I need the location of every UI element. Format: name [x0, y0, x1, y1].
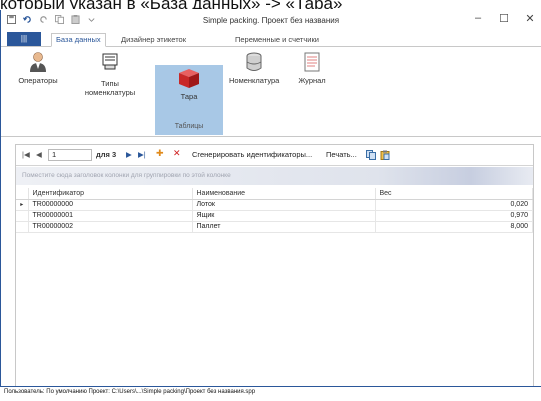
column-header-weight[interactable]: Вес	[375, 188, 533, 200]
app-window: Simple packing. Проект без названия – ☐ …	[0, 10, 541, 401]
operators-button[interactable]: Операторы	[13, 51, 63, 85]
cell-weight[interactable]: 8,000	[375, 221, 533, 233]
tab-database[interactable]: База данных	[51, 33, 106, 47]
delete-record-icon[interactable]: ✕	[173, 148, 181, 159]
last-record-icon[interactable]: ▶|	[138, 150, 146, 159]
record-navigator: |◀ ◀ 1 для 3 ▶ ▶| ✚ ✕ Сгенерировать иден…	[16, 145, 533, 166]
tare-label: Тара	[180, 92, 198, 101]
group-panel-hint: Поместите сюда заголовок колонки для гру…	[22, 172, 231, 179]
table-row[interactable]: TR00000002 Паллет 8,000	[16, 221, 533, 233]
outer-caption: который указан в «База данных» -> «Тара»	[0, 0, 541, 9]
ribbon-group-label: Таблицы	[174, 123, 204, 130]
ribbon-panel: Операторы Типы номенклатуры Тара Номенкл…	[1, 47, 541, 137]
page-total: для 3	[96, 150, 117, 159]
cell-id[interactable]: TR00000002	[28, 221, 193, 233]
cell-name[interactable]: Лоток	[192, 199, 376, 211]
data-table: Идентификатор Наименование Вес ▸ TR00000…	[16, 188, 533, 233]
row-indicator	[16, 210, 29, 222]
cell-id[interactable]: TR00000000	[28, 199, 193, 211]
ribbon-tabs: ||| База данных Дизайнер этикеток Переме…	[1, 32, 541, 47]
copy-records-icon[interactable]	[366, 150, 376, 160]
current-row-indicator: ▸	[16, 199, 29, 211]
item-types-button[interactable]: Типы номенклатуры	[75, 51, 145, 97]
operators-label: Операторы	[18, 76, 58, 85]
paste-records-icon[interactable]	[380, 150, 390, 160]
page-number-input[interactable]: 1	[48, 149, 92, 161]
cell-name[interactable]: Паллет	[192, 221, 376, 233]
group-by-panel[interactable]: Поместите сюда заголовок колонки для гру…	[16, 167, 533, 185]
table-row[interactable]: TR00000001 Ящик 0,970	[16, 210, 533, 222]
operator-person-icon	[30, 52, 46, 72]
first-record-icon[interactable]: |◀	[22, 150, 30, 159]
column-header-id[interactable]: Идентификатор	[28, 188, 193, 200]
cell-id[interactable]: TR00000001	[28, 210, 193, 222]
tare-box-icon	[179, 69, 199, 88]
prev-record-icon[interactable]: ◀	[36, 150, 42, 159]
cell-name[interactable]: Ящик	[192, 210, 376, 222]
next-record-icon[interactable]: ▶	[126, 150, 132, 159]
journal-button[interactable]: Журнал	[289, 51, 335, 85]
item-types-icon	[102, 53, 118, 70]
status-text: Пользователь: По умолчанию Проект: C:\Us…	[4, 389, 256, 395]
generate-ids-button[interactable]: Сгенерировать идентификаторы...	[192, 150, 312, 159]
maximize-button[interactable]: ☐	[497, 12, 511, 25]
journal-label: Журнал	[298, 76, 326, 85]
tab-label-designer[interactable]: Дизайнер этикеток	[117, 34, 190, 47]
item-types-label: Типы номенклатуры	[84, 79, 136, 97]
window-title: Simple packing. Проект без названия	[202, 16, 340, 25]
minimize-button[interactable]: –	[471, 12, 485, 24]
row-indicator	[16, 221, 29, 233]
table-row[interactable]: ▸ TR00000000 Лоток 0,020	[16, 199, 533, 211]
cell-weight[interactable]: 0,970	[375, 210, 533, 222]
row-indicator-header	[16, 188, 29, 200]
status-bar: Пользователь: По умолчанию Проект: C:\Us…	[0, 386, 541, 401]
cell-weight[interactable]: 0,020	[375, 199, 533, 211]
tare-grid: |◀ ◀ 1 для 3 ▶ ▶| ✚ ✕ Сгенерировать иден…	[15, 144, 534, 392]
title-bar: Simple packing. Проект без названия – ☐ …	[1, 10, 541, 32]
column-header-name[interactable]: Наименование	[192, 188, 376, 200]
tab-variables-counters[interactable]: Переменные и счетчики	[231, 34, 323, 47]
close-button[interactable]: ✕	[523, 12, 537, 25]
database-icon	[246, 52, 262, 71]
header-row: Идентификатор Наименование Вес	[16, 188, 533, 200]
nomenclature-button[interactable]: Номенклатура	[229, 51, 279, 85]
add-record-icon[interactable]: ✚	[156, 148, 164, 159]
file-tab[interactable]: |||	[7, 32, 41, 46]
nomenclature-label: Номенклатура	[229, 76, 280, 85]
print-button[interactable]: Печать...	[326, 150, 357, 159]
journal-icon	[304, 52, 320, 72]
